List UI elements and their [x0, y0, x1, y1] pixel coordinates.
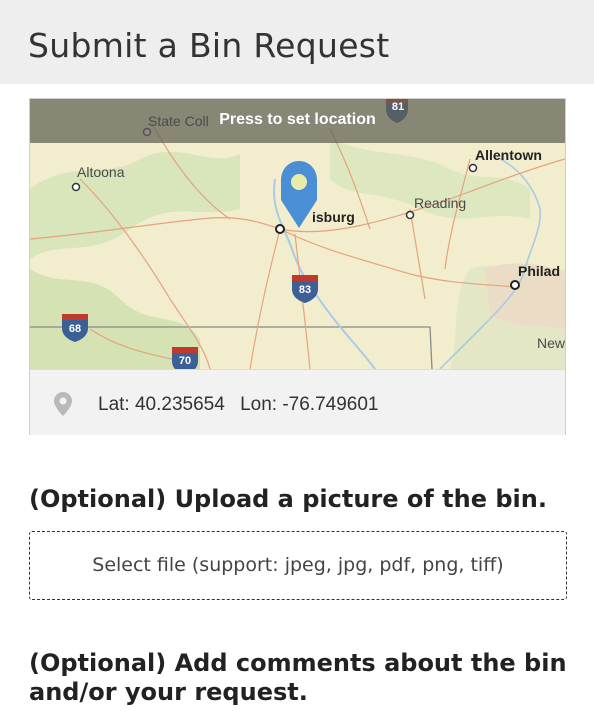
location-card: Press to set location State Coll Altoona… — [29, 98, 566, 435]
longitude-value: Lon: -76.749601 — [240, 394, 379, 415]
map-label-reading: Reading — [414, 195, 467, 211]
map-label-allentown: Allentown — [475, 147, 542, 163]
coordinates-text: Lat: 40.235654 Lon: -76.749601 — [98, 394, 388, 416]
map-label-philadelphia: Philad — [518, 263, 561, 279]
comments-section-title: (Optional) Add comments about the bin an… — [29, 649, 567, 706]
i68-shield-label: 68 — [68, 323, 82, 335]
location-pin-marker[interactable] — [280, 160, 318, 230]
latitude-value: Lat: 40.235654 — [98, 394, 225, 415]
i83-shield-label: 83 — [298, 284, 312, 296]
map-banner: Press to set location — [30, 99, 565, 143]
location-map[interactable]: Press to set location State Coll Altoona… — [30, 99, 565, 369]
coordinates-bar: Lat: 40.235654 Lon: -76.749601 — [30, 369, 565, 435]
map-banner-text: Press to set location — [219, 111, 376, 128]
map-label-new: New — [537, 335, 565, 351]
i81-shield-label: 81 — [391, 101, 405, 113]
map-pin-icon — [54, 392, 72, 416]
select-file-button[interactable]: Select file (support: jpeg, jpg, pdf, pn… — [29, 531, 567, 600]
map-label-state-college: State Coll — [148, 113, 209, 129]
page-title: Submit a Bin Request — [28, 26, 390, 65]
map-label-harrisburg: isburg — [312, 209, 355, 225]
page-header: Submit a Bin Request — [0, 0, 594, 84]
i70-shield-label: 70 — [178, 355, 192, 367]
map-label-altoona: Altoona — [77, 164, 125, 180]
upload-section-title: (Optional) Upload a picture of the bin. — [29, 485, 547, 513]
